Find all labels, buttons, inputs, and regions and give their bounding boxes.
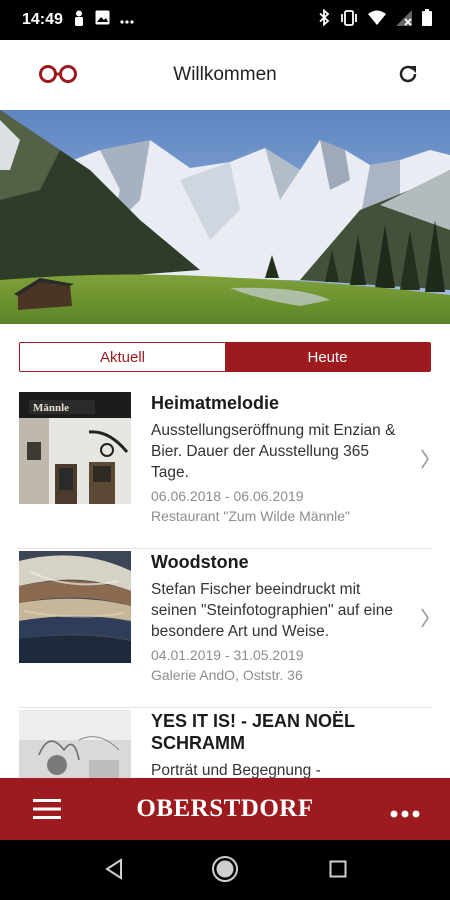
event-text: YES IT IS! - JEAN NOËL SCHRAMM Porträt u… [151, 710, 401, 781]
menu-icon[interactable] [33, 798, 61, 825]
more-notifications-icon [120, 11, 134, 29]
home-icon[interactable] [211, 855, 239, 888]
no-signal-icon [396, 9, 412, 31]
thumb-sign-text: Männle [33, 402, 69, 414]
event-date: 06.06.2018 - 06.06.2019 [151, 488, 304, 504]
list-item[interactable]: Männle Heimatmelodie Ausstellungseröffnu… [18, 390, 432, 549]
status-bar: 14:49 [0, 0, 450, 40]
status-time: 14:49 [22, 11, 63, 28]
image-notification-icon [95, 10, 110, 30]
event-place: Restaurant "Zum Wilde Männle" [151, 508, 351, 524]
hero-image [0, 110, 450, 324]
person-notification-icon [73, 10, 85, 31]
brand-logo[interactable]: OBERSTDORF [136, 795, 313, 823]
event-text: Woodstone Stefan Fischer beeindruckt mit… [151, 551, 401, 685]
logo-icon[interactable] [38, 64, 78, 89]
event-place: Galerie AndO, Oststr. 36 [151, 667, 303, 683]
event-thumbnail: Männle [19, 392, 131, 504]
app-screen: Willkommen Aktuell Heute Männle Heimatme… [0, 40, 450, 840]
tab-aktuell[interactable]: Aktuell [20, 343, 225, 371]
chevron-right-icon [420, 607, 430, 634]
event-date: 04.01.2019 - 31.05.2019 [151, 647, 304, 663]
event-description: Ausstellungseröffnung mit Enzian & Bier.… [151, 422, 396, 481]
event-title: Woodstone [151, 552, 249, 572]
tab-heute[interactable]: Heute [225, 343, 430, 371]
event-text: Heimatmelodie Ausstellungseröffnung mit … [151, 392, 401, 526]
battery-icon [422, 9, 432, 31]
segmented-tabs: Aktuell Heute [19, 342, 431, 372]
recents-icon[interactable] [329, 860, 347, 883]
back-icon[interactable] [104, 858, 124, 885]
event-title: YES IT IS! - JEAN NOËL SCHRAMM [151, 711, 355, 753]
page-title: Willkommen [173, 64, 277, 85]
refresh-icon[interactable] [396, 62, 420, 91]
event-list: Männle Heimatmelodie Ausstellungseröffnu… [0, 390, 450, 840]
vibrate-icon [340, 9, 358, 31]
event-thumbnail [19, 551, 131, 663]
event-description: Stefan Fischer beeindruckt mit seinen "S… [151, 581, 393, 640]
system-nav-bar [0, 840, 450, 900]
chevron-right-icon [420, 448, 430, 475]
list-item[interactable]: Woodstone Stefan Fischer beeindruckt mit… [18, 549, 432, 708]
more-icon[interactable] [390, 805, 420, 823]
top-app-bar: Willkommen [0, 40, 450, 110]
bluetooth-icon [319, 8, 330, 31]
event-title: Heimatmelodie [151, 393, 280, 413]
bottom-bar: OBERSTDORF [0, 778, 450, 840]
wifi-icon [368, 10, 386, 30]
